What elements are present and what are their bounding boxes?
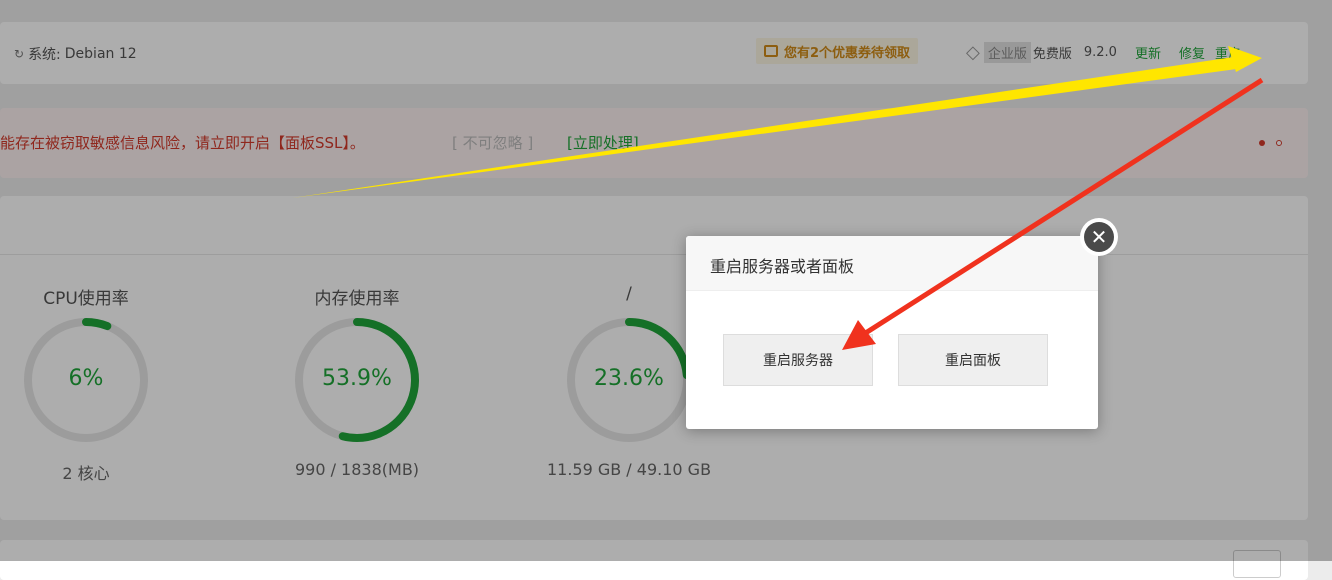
restart-server-label: 重启服务器 <box>763 353 833 369</box>
dialog-header: 重启服务器或者面板 <box>686 236 1098 291</box>
restart-server-button[interactable]: 重启服务器 <box>723 334 873 386</box>
modal-overlay[interactable] <box>0 0 1332 561</box>
restart-dialog: 重启服务器或者面板 重启服务器 重启面板 <box>686 236 1098 429</box>
dialog-close-button[interactable]: ✕ <box>1080 218 1118 256</box>
restart-panel-button[interactable]: 重启面板 <box>898 334 1048 386</box>
close-icon: ✕ <box>1084 222 1114 252</box>
dialog-title: 重启服务器或者面板 <box>710 257 855 276</box>
restart-panel-label: 重启面板 <box>945 353 1001 369</box>
